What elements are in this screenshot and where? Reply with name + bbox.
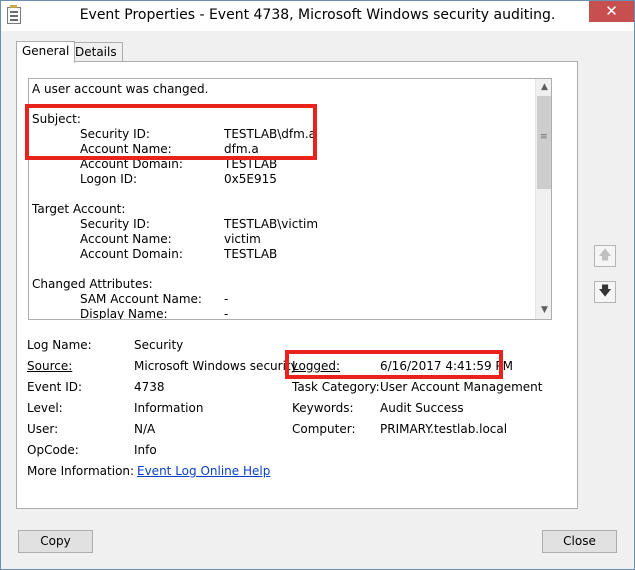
event-log-online-help-link[interactable]: Event Log Online Help bbox=[137, 464, 270, 478]
level-value: Information bbox=[134, 401, 204, 415]
user-label: User: bbox=[27, 422, 59, 436]
scroll-up-arrow-icon[interactable]: ▲ bbox=[536, 79, 551, 96]
up-arrow-icon: 🡅 bbox=[598, 248, 612, 263]
previous-event-button[interactable]: 🡅 bbox=[594, 245, 616, 267]
subject-highlight-box bbox=[25, 104, 317, 160]
opcode-value: Info bbox=[134, 443, 157, 457]
user-value: N/A bbox=[134, 422, 156, 436]
description-summary: A user account was changed. bbox=[32, 82, 209, 96]
target-label: Account Domain: bbox=[80, 247, 183, 261]
computer-value: PRIMARY.testlab.local bbox=[380, 422, 508, 436]
close-button[interactable]: Close bbox=[542, 530, 617, 553]
opcode-label: OpCode: bbox=[27, 443, 79, 457]
subject-label: Logon ID: bbox=[80, 172, 138, 186]
changed-label: SAM Account Name: bbox=[80, 292, 202, 306]
target-value: TESTLAB bbox=[224, 247, 278, 261]
keywords-label: Keywords: bbox=[292, 401, 354, 415]
level-label: Level: bbox=[27, 401, 63, 415]
window-close-button[interactable]: ✕ bbox=[589, 1, 634, 22]
tab-details[interactable]: Details bbox=[69, 42, 123, 62]
log-name-label: Log Name: bbox=[27, 338, 92, 352]
description-scrollbar[interactable]: ▲ ≡ ▼ bbox=[535, 79, 551, 319]
tab-general[interactable]: General bbox=[16, 41, 76, 63]
event-id-label: Event ID: bbox=[27, 380, 83, 394]
window-title: Event Properties - Event 4738, Microsoft… bbox=[79, 7, 556, 23]
scroll-down-arrow-icon[interactable]: ▼ bbox=[536, 302, 551, 319]
event-id-value: 4738 bbox=[134, 380, 165, 394]
logged-highlight-box bbox=[285, 350, 503, 379]
target-label: Account Name: bbox=[80, 232, 172, 246]
changed-label: Display Name: bbox=[80, 307, 168, 320]
target-label: Security ID: bbox=[80, 217, 150, 231]
next-event-button[interactable]: 🡇 bbox=[594, 281, 616, 303]
log-name-value: Security bbox=[134, 338, 184, 352]
changed-value: - bbox=[224, 307, 229, 320]
down-arrow-icon: 🡇 bbox=[598, 284, 612, 299]
changed-value: - bbox=[224, 292, 229, 306]
task-category-label: Task Category: bbox=[292, 380, 380, 394]
event-properties-window: Event Properties - Event 4738, Microsoft… bbox=[0, 0, 635, 570]
copy-button[interactable]: Copy bbox=[18, 530, 93, 553]
subject-value: 0x5E915 bbox=[224, 172, 277, 186]
title-bar[interactable]: Event Properties - Event 4738, Microsoft… bbox=[1, 1, 634, 31]
target-value: victim bbox=[224, 232, 261, 246]
target-value: TESTLAB\victim bbox=[224, 217, 319, 231]
keywords-value: Audit Success bbox=[380, 401, 464, 415]
computer-label: Computer: bbox=[292, 422, 356, 436]
source-label: Source: bbox=[27, 359, 73, 373]
scrollbar-thumb[interactable]: ≡ bbox=[537, 96, 551, 189]
source-value: Microsoft Windows security bbox=[134, 359, 298, 373]
more-information-label: More Information: bbox=[27, 464, 135, 478]
target-account-header: Target Account: bbox=[32, 202, 126, 216]
grip-icon: ≡ bbox=[540, 132, 548, 142]
changed-attributes-header: Changed Attributes: bbox=[32, 277, 153, 291]
task-category-value: User Account Management bbox=[380, 380, 543, 394]
